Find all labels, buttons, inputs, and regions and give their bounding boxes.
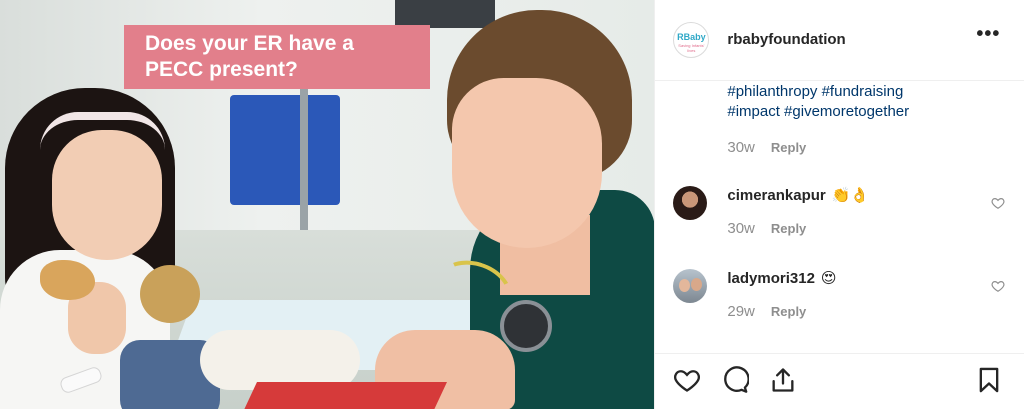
comment-emoji: 😍	[820, 270, 837, 287]
caption-timestamp[interactable]: 30w	[727, 139, 755, 156]
account-avatar[interactable]: RBaby Saving Infants' lives	[673, 22, 710, 58]
comment-reply-button[interactable]: Reply	[771, 221, 806, 236]
avatar-face	[679, 279, 691, 292]
caption-hashtags: #philanthropy #fundraising #impact #give…	[727, 82, 987, 122]
comment-timestamp[interactable]: 29w	[727, 303, 755, 320]
caption-meta: 30w Reply	[727, 139, 806, 156]
account-username[interactable]: rbabyfoundation	[727, 31, 845, 48]
child-leggings	[200, 330, 360, 390]
photo-monitor	[395, 0, 495, 28]
comment-text: ladymori312 😍	[727, 269, 836, 287]
share-icon[interactable]	[769, 366, 797, 394]
post-header: RBaby Saving Infants' lives rbabyfoundat…	[655, 0, 1024, 81]
hashtags-line-1[interactable]: #philanthropy #fundraising	[727, 82, 987, 102]
commenter-username[interactable]: ladymori312	[727, 270, 815, 287]
red-tray	[243, 382, 447, 409]
teddy-bear	[140, 265, 200, 323]
comment-icon[interactable]	[721, 366, 750, 394]
more-options-icon[interactable]: •••	[973, 24, 1003, 48]
nurse-face	[452, 78, 602, 248]
post-photo[interactable]: Does your ER have a PECC present?	[0, 0, 655, 409]
photo-caption: Does your ER have a PECC present?	[145, 32, 354, 81]
commenter-avatar[interactable]	[673, 269, 708, 303]
post-action-bar	[655, 353, 1024, 410]
heart-icon[interactable]	[991, 196, 1005, 210]
hashtags-line-2[interactable]: #impact #givemoretogether	[727, 102, 987, 122]
child-headband	[40, 112, 165, 150]
comment-meta: 30w Reply	[727, 220, 806, 237]
like-icon[interactable]	[673, 366, 701, 394]
comments-list[interactable]: #philanthropy #fundraising #impact #give…	[655, 81, 1024, 353]
cookie	[40, 260, 95, 300]
comment-meta: 29w Reply	[727, 303, 806, 320]
commenter-avatar[interactable]	[673, 186, 708, 220]
photo-blue-cabinet	[230, 95, 340, 205]
caption-reply-button[interactable]: Reply	[771, 140, 806, 155]
commenter-username[interactable]: cimerankapur	[727, 187, 825, 204]
logo-tagline: Saving Infants' lives	[678, 43, 705, 53]
comment-item: ladymori312 😍 29w Reply	[655, 267, 1024, 327]
post-side-panel: RBaby Saving Infants' lives rbabyfoundat…	[654, 0, 1024, 409]
instagram-post: Does your ER have a PECC present? RBaby …	[0, 0, 1024, 409]
comment-text: cimerankapur 👏👌	[727, 186, 869, 204]
comment-reply-button[interactable]: Reply	[771, 304, 806, 319]
stethoscope	[500, 300, 552, 352]
comment-emoji: 👏👌	[831, 187, 870, 204]
avatar-face	[691, 278, 703, 291]
save-icon[interactable]	[975, 366, 1003, 394]
photo-caption-box: Does your ER have a PECC present?	[124, 25, 430, 89]
logo-text: RBaby	[677, 32, 706, 42]
comment-item: cimerankapur 👏👌 30w Reply	[655, 184, 1024, 244]
heart-icon[interactable]	[991, 279, 1005, 293]
comment-timestamp[interactable]: 30w	[727, 220, 755, 237]
